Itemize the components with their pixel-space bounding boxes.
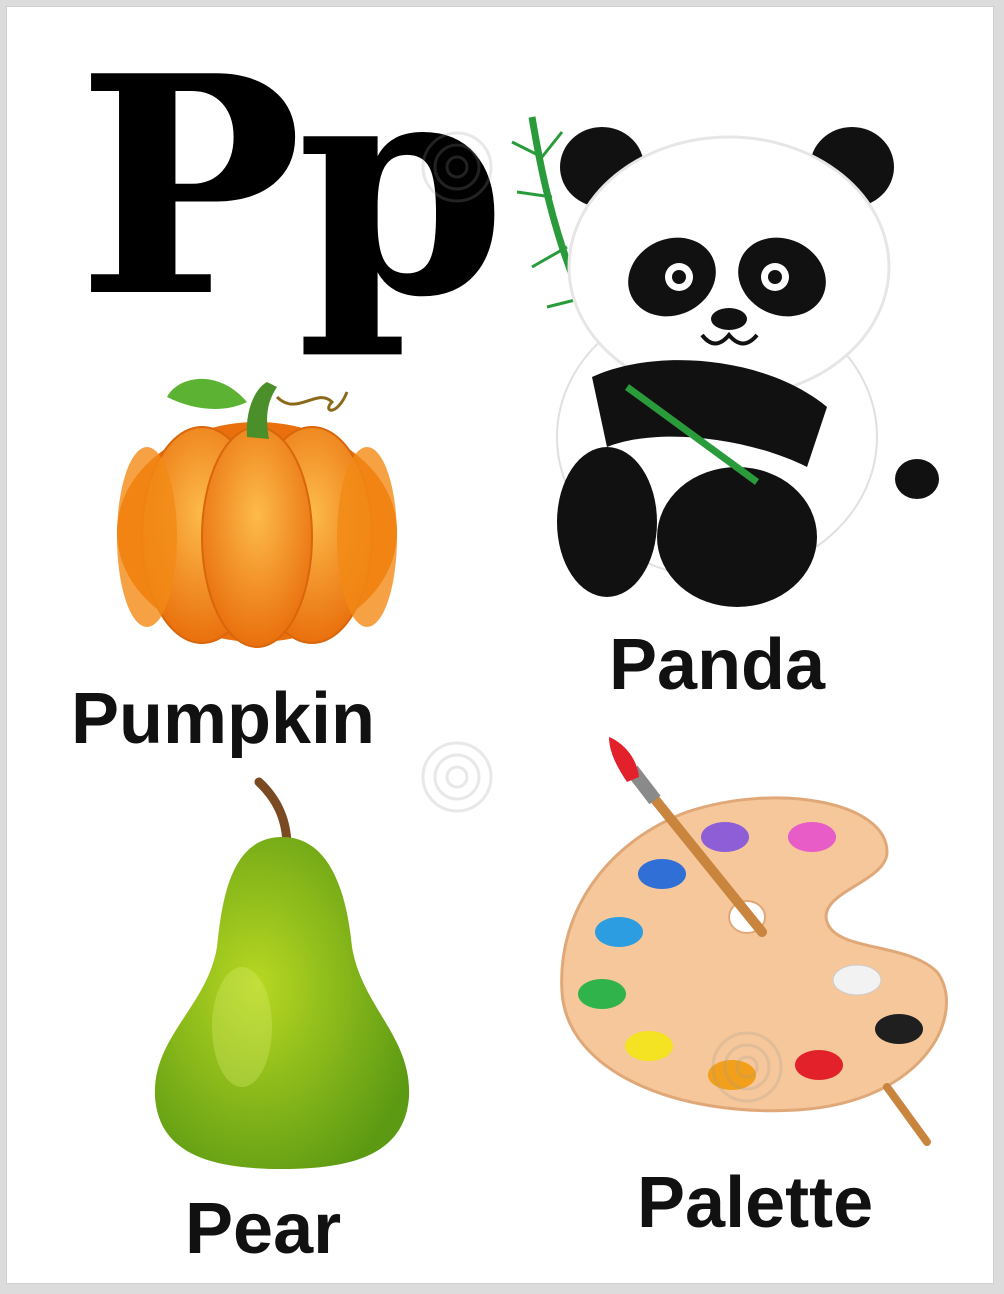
panda-icon: [511, 116, 939, 607]
word-panda: Panda: [609, 625, 826, 705]
watermark-icon: [421, 131, 493, 203]
watermark-icon: [421, 741, 493, 813]
word-pear: Pear: [185, 1189, 342, 1269]
alphabet-card: Pp Pumpkin Panda Pear Palette: [6, 6, 994, 1284]
pumpkin-icon: [117, 378, 397, 648]
pear-icon: [154, 777, 410, 1169]
word-pumpkin: Pumpkin: [71, 679, 376, 759]
word-palette: Palette: [637, 1163, 874, 1243]
watermark-icon: [711, 1031, 783, 1103]
